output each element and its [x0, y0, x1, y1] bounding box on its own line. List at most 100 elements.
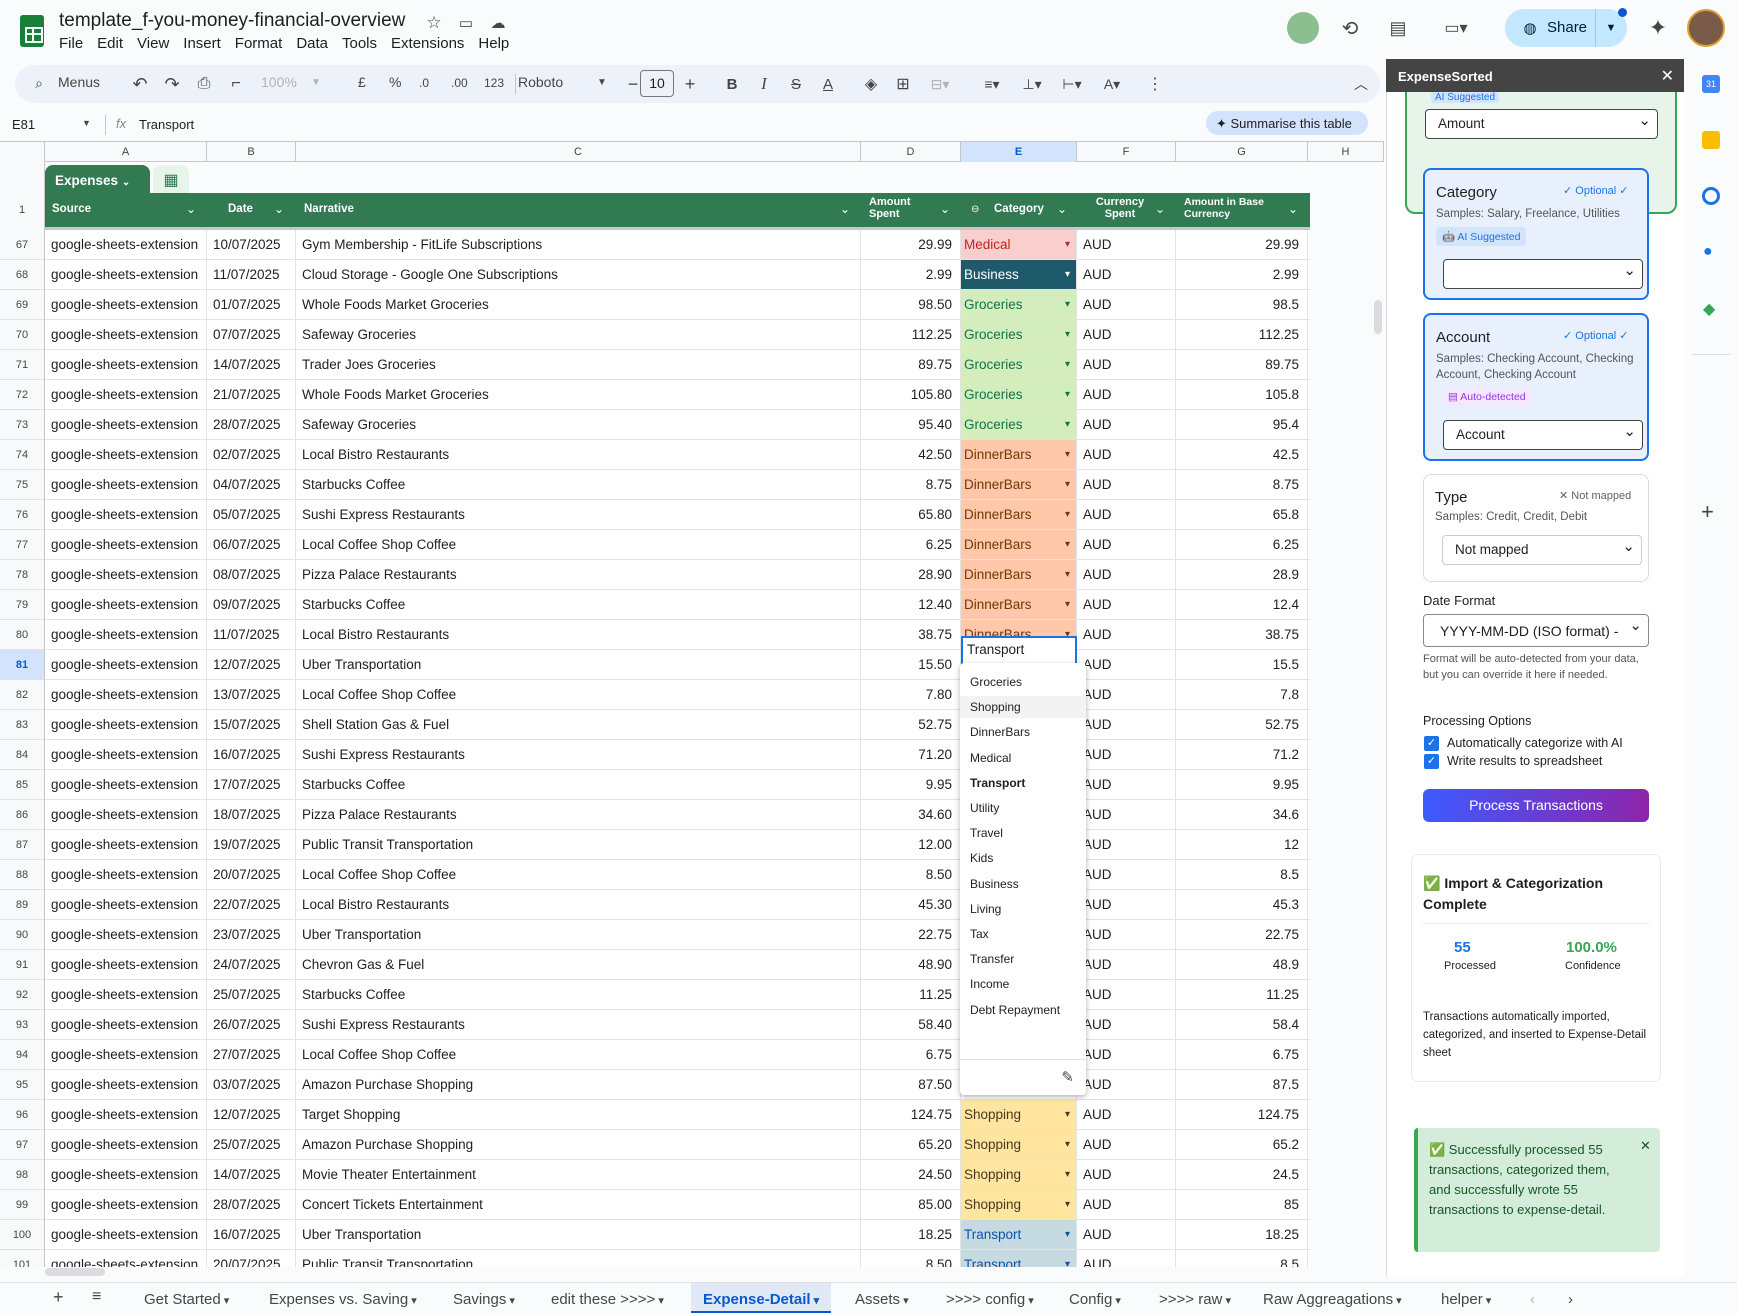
header-date[interactable]: Date [228, 203, 253, 215]
auto-categorize-checkbox[interactable]: ✓ [1424, 736, 1439, 751]
row-header[interactable]: 88 [0, 860, 44, 890]
cell-amt[interactable]: 15.50 [861, 650, 961, 679]
cell-amt[interactable]: 9.95 [861, 770, 961, 799]
cell-amt[interactable]: 22.75 [861, 920, 961, 949]
cell-src[interactable]: google-sheets-extension [45, 710, 207, 739]
cell-date[interactable]: 07/07/2025 [207, 320, 296, 349]
tab-menu-icon[interactable]: ▾ [1483, 1295, 1492, 1307]
print-icon[interactable]: ⎙ [194, 74, 214, 94]
cell-amt[interactable]: 2.99 [861, 260, 961, 289]
tab-menu-icon[interactable]: ▾ [1112, 1295, 1121, 1307]
cell-nar[interactable]: Pizza Palace Restaurants [296, 800, 861, 829]
cell-date[interactable]: 28/07/2025 [207, 410, 296, 439]
row-header[interactable]: 93 [0, 1010, 44, 1040]
row-header[interactable]: 97 [0, 1130, 44, 1160]
increase-font-size-icon[interactable]: + [680, 74, 700, 94]
cell-base[interactable]: 87.5 [1176, 1070, 1308, 1099]
cell-base[interactable]: 18.25 [1176, 1220, 1308, 1249]
cell-cur[interactable]: AUD [1077, 590, 1176, 619]
add-sheet-icon[interactable]: + [53, 1287, 64, 1308]
cell-nar[interactable]: Safeway Groceries [296, 410, 861, 439]
sheet-tab[interactable]: >>>> raw ▾ [1159, 1291, 1231, 1308]
row-header[interactable]: 73 [0, 410, 44, 440]
cell-base[interactable]: 65.2 [1176, 1130, 1308, 1159]
cell-date[interactable]: 13/07/2025 [207, 680, 296, 709]
cell-src[interactable]: google-sheets-extension [45, 650, 207, 679]
cell-amt[interactable]: 87.50 [861, 1070, 961, 1099]
category-chip[interactable]: Groceries [961, 320, 1077, 349]
tab-menu-icon[interactable]: ▾ [1222, 1295, 1231, 1307]
cell-src[interactable]: google-sheets-extension [45, 410, 207, 439]
text-rotation-icon[interactable]: A▾ [1097, 74, 1127, 94]
dropdown-option[interactable]: Income [970, 977, 1009, 991]
cell-amt[interactable]: 112.25 [861, 320, 961, 349]
cell-date[interactable]: 20/07/2025 [207, 1250, 296, 1267]
horizontal-align-icon[interactable]: ≡▾ [977, 74, 1007, 94]
cell-date[interactable]: 06/07/2025 [207, 530, 296, 559]
cell-base[interactable]: 6.25 [1176, 530, 1308, 559]
cell-src[interactable]: google-sheets-extension [45, 620, 207, 649]
cell-nar[interactable]: Public Transit Transportation [296, 1250, 861, 1267]
cell-base[interactable]: 22.75 [1176, 920, 1308, 949]
cell-src[interactable]: google-sheets-extension [45, 890, 207, 919]
cell-date[interactable]: 16/07/2025 [207, 740, 296, 769]
cell-amt[interactable]: 28.90 [861, 560, 961, 589]
user-avatar[interactable] [1687, 9, 1725, 47]
row-header[interactable]: 75 [0, 470, 44, 500]
cell-amt[interactable]: 95.40 [861, 410, 961, 439]
collapse-menus-icon[interactable]: ︿ [1351, 74, 1371, 94]
tab-menu-icon[interactable]: ▾ [1025, 1295, 1034, 1307]
cell-amt[interactable]: 18.25 [861, 1220, 961, 1249]
cell-amt[interactable]: 6.25 [861, 530, 961, 559]
cell-base[interactable]: 8.5 [1176, 1250, 1308, 1267]
cell-cur[interactable]: AUD [1077, 1250, 1176, 1267]
cell-base[interactable]: 124.75 [1176, 1100, 1308, 1129]
cell-src[interactable]: google-sheets-extension [45, 770, 207, 799]
category-chip[interactable]: DinnerBars [961, 440, 1077, 469]
increase-decimal[interactable]: .00 [451, 76, 468, 90]
calendar-icon[interactable]: 31 [1702, 75, 1720, 93]
row-header[interactable]: 78 [0, 560, 44, 590]
cell-base[interactable]: 8.75 [1176, 470, 1308, 499]
cell-src[interactable]: google-sheets-extension [45, 1160, 207, 1189]
category-chip[interactable]: DinnerBars [961, 530, 1077, 559]
sheet-tab[interactable]: Assets ▾ [855, 1291, 909, 1308]
cell-src[interactable]: google-sheets-extension [45, 1100, 207, 1129]
row-header[interactable]: 92 [0, 980, 44, 1010]
filter-date-icon[interactable]: ⌄ [274, 202, 284, 216]
cell-base[interactable]: 8.5 [1176, 860, 1308, 889]
cell-cur[interactable]: AUD [1077, 440, 1176, 469]
menu-insert[interactable]: Insert [183, 35, 229, 52]
menu-view[interactable]: View [137, 35, 177, 52]
cell-nar[interactable]: Target Shopping [296, 1100, 861, 1129]
row-header[interactable]: 98 [0, 1160, 44, 1190]
cell-cur[interactable]: AUD [1077, 410, 1176, 439]
row-header[interactable]: 89 [0, 890, 44, 920]
cell-nar[interactable]: Sushi Express Restaurants [296, 500, 861, 529]
cell-cur[interactable]: AUD [1077, 290, 1176, 319]
row-header[interactable]: 96 [0, 1100, 44, 1130]
header-category[interactable]: Category [994, 203, 1044, 215]
redo-icon[interactable]: ↷ [162, 74, 182, 94]
cell-date[interactable]: 17/07/2025 [207, 770, 296, 799]
cell-nar[interactable]: Local Coffee Shop Coffee [296, 1040, 861, 1069]
currency-format[interactable]: £ [358, 74, 366, 90]
col-header-c[interactable]: C [296, 142, 861, 162]
menu-data[interactable]: Data [296, 35, 336, 52]
cell-date[interactable]: 21/07/2025 [207, 380, 296, 409]
cell-cur[interactable]: AUD [1077, 770, 1176, 799]
row-header[interactable]: 68 [0, 260, 44, 290]
cell-base[interactable]: 95.4 [1176, 410, 1308, 439]
table-view-icon[interactable]: ▦ [153, 165, 189, 195]
row-header[interactable]: 70 [0, 320, 44, 350]
keep-icon[interactable] [1702, 131, 1720, 149]
process-transactions-button[interactable]: Process Transactions [1423, 789, 1649, 822]
menu-file[interactable]: File [59, 35, 91, 52]
cell-cur[interactable]: AUD [1077, 380, 1176, 409]
sheet-tab[interactable]: Expenses vs. Saving ▾ [269, 1291, 417, 1308]
cell-cur[interactable]: AUD [1077, 860, 1176, 889]
filter-narrative-icon[interactable]: ⌄ [840, 202, 850, 216]
cell-amt[interactable]: 7.80 [861, 680, 961, 709]
text-color-icon[interactable]: A [818, 74, 838, 94]
cell-amt[interactable]: 34.60 [861, 800, 961, 829]
